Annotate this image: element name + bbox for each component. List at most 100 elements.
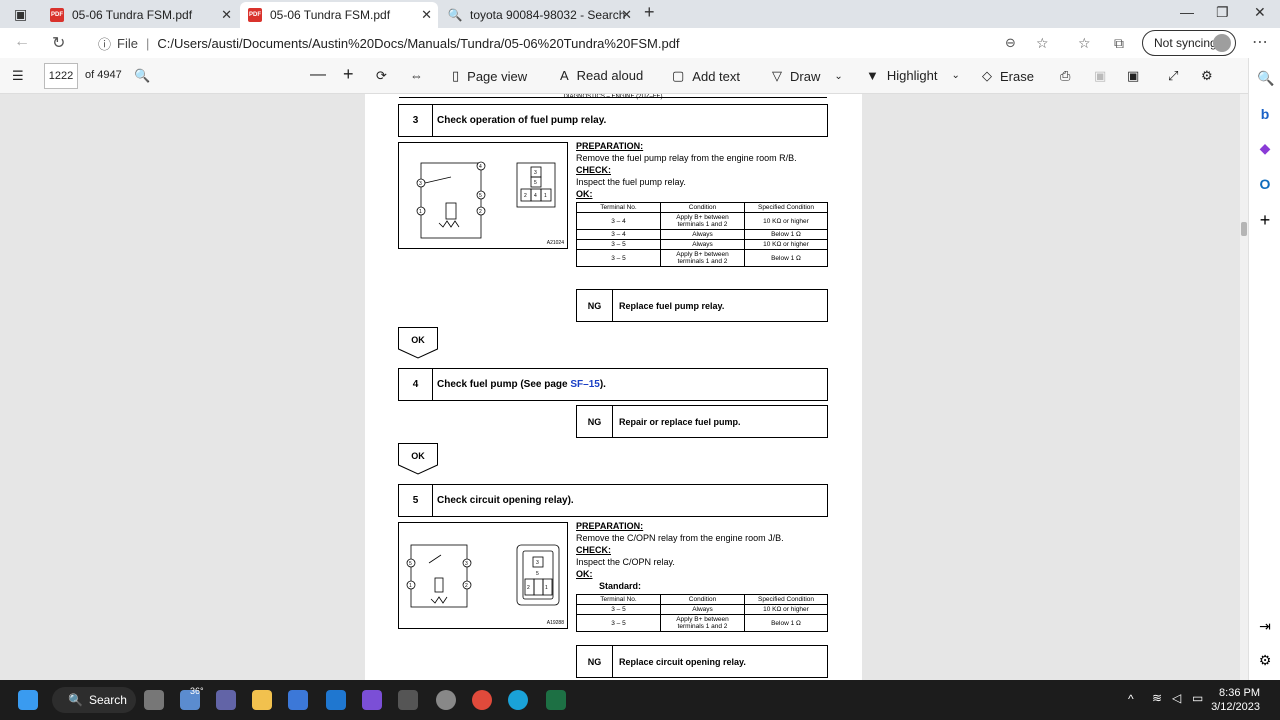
table-header-row: Terminal No. Condition Specified Conditi… — [576, 594, 828, 605]
scrollbar-thumb[interactable] — [1241, 222, 1247, 236]
add-text-label: Add text — [692, 68, 740, 84]
search-icon: 🔍 — [447, 8, 463, 22]
close-icon[interactable]: ✕ — [621, 7, 632, 23]
save-as-icon[interactable]: ▣ — [1127, 68, 1139, 84]
new-tab-icon[interactable]: + — [644, 2, 655, 23]
svg-text:2: 2 — [527, 585, 530, 591]
chevron-up-icon[interactable]: ^ — [1128, 692, 1134, 706]
battery-icon[interactable]: ▭ — [1192, 691, 1203, 705]
settings-icon[interactable] — [436, 690, 456, 710]
svg-text:4: 4 — [534, 193, 537, 199]
hide-sidebar-icon[interactable]: ⇥ — [1257, 618, 1273, 634]
search-icon[interactable]: 🔍 — [1257, 70, 1274, 86]
ng-label: NG — [577, 646, 613, 677]
column-header: Condition — [660, 202, 745, 213]
step-5-instructions: PREPARATION: Remove the C/OPN relay from… — [576, 520, 784, 592]
wifi-icon[interactable]: ≋ — [1152, 691, 1162, 705]
pdf-viewer[interactable]: DIAGNOSTICS – ENGINE (2UZ–FE) 3 Check op… — [0, 94, 1240, 680]
teams-chat-icon[interactable] — [216, 690, 236, 710]
svg-text:3: 3 — [465, 561, 468, 567]
task-view-icon[interactable] — [144, 690, 164, 710]
collections-icon[interactable]: ⧉ — [1114, 35, 1124, 52]
check-text: Inspect the fuel pump relay. — [576, 177, 686, 187]
microsoft-store-icon[interactable] — [288, 690, 308, 710]
chevron-down-icon[interactable]: ⌄ — [834, 71, 842, 82]
url-field[interactable]: ⓘ File | C:/Users/austi/Documents/Austin… — [84, 30, 1074, 56]
zoom-in-icon[interactable]: + — [343, 64, 354, 85]
windows-start-icon[interactable] — [18, 690, 38, 710]
page-number-input[interactable]: 1222 — [44, 63, 78, 89]
gear-icon[interactable]: ⚙ — [1201, 68, 1213, 84]
standard-label: Standard: — [599, 581, 642, 591]
pdf-toolbar: ☰ 1222 of 4947 🔍 — + ⟳ ⇔ ▯ Page view A R… — [0, 58, 1248, 94]
table-row: 3 – 5 Always 10 KΩ or higher — [576, 239, 828, 250]
clock-date: 3/12/2023 — [1211, 701, 1260, 713]
draw-button[interactable]: ▽ Draw ⌄ — [772, 68, 843, 84]
back-icon[interactable]: ← — [14, 33, 30, 51]
taskbar-search-button[interactable]: 🔍 Search — [52, 687, 136, 713]
read-aloud-button[interactable]: A Read aloud — [560, 68, 643, 83]
svg-text:1: 1 — [544, 193, 547, 199]
bing-icon[interactable]: b — [1257, 106, 1273, 122]
svg-text:1: 1 — [419, 209, 422, 215]
erase-button[interactable]: ◇ Erase — [982, 68, 1034, 84]
page-link[interactable]: SF–15 — [570, 379, 599, 390]
table-cell: 3 – 4 — [576, 229, 661, 240]
highlight-icon: ▼ — [866, 68, 879, 83]
restore-icon[interactable]: ❐ — [1216, 4, 1229, 21]
tab-actions-icon[interactable]: ▣ — [14, 6, 27, 23]
shopping-icon[interactable]: ◆ — [1257, 140, 1273, 156]
ng-label: NG — [577, 290, 613, 321]
tab-fsm-2[interactable]: PDF 05-06 Tundra FSM.pdf ✕ — [240, 2, 438, 28]
volume-icon[interactable]: ◁ — [1172, 691, 1181, 705]
minimize-icon[interactable]: — — [1180, 4, 1194, 20]
save-icon[interactable]: ▣ — [1094, 68, 1106, 84]
close-icon[interactable]: ✕ — [221, 7, 232, 23]
highlight-button[interactable]: ▼ Highlight ⌄ — [866, 68, 960, 83]
favorites-icon[interactable]: ☆ — [1078, 35, 1091, 52]
check-heading: CHECK: — [576, 165, 611, 175]
contents-icon[interactable]: ☰ — [12, 68, 24, 84]
zoom-icon[interactable]: ⊖ — [1005, 35, 1016, 51]
menu-icon[interactable]: ⋯ — [1252, 32, 1268, 52]
fullscreen-icon[interactable]: ⤢ — [1168, 68, 1178, 84]
rotate-icon[interactable]: ⟳ — [376, 68, 387, 84]
favorite-add-icon[interactable]: ☆ — [1036, 35, 1049, 52]
chrome-icon[interactable] — [472, 690, 492, 710]
print-icon[interactable]: ⎙ — [1060, 68, 1070, 84]
mail-icon[interactable] — [326, 690, 346, 710]
tab-search[interactable]: 🔍 toyota 90084-98032 - Search ✕ — [440, 2, 638, 28]
gear-icon[interactable]: ⚙ — [1257, 652, 1273, 668]
system-clock[interactable]: 8:36 PM 3/12/2023 — [1211, 686, 1260, 714]
calculator-icon[interactable] — [398, 690, 418, 710]
table-cell: Apply B+ between terminals 1 and 2 — [660, 614, 745, 632]
ng-action: Replace circuit opening relay. — [619, 657, 746, 667]
find-icon[interactable]: 🔍 — [134, 68, 150, 84]
table-cell: 10 KΩ or higher — [744, 212, 828, 230]
pdf-icon: PDF — [248, 8, 262, 22]
edge-icon[interactable] — [508, 690, 528, 710]
chevron-down-icon[interactable]: ⌄ — [951, 70, 959, 81]
refresh-icon[interactable]: ↻ — [52, 33, 65, 53]
zoom-out-icon[interactable]: — — [310, 66, 326, 84]
svg-text:2: 2 — [524, 193, 527, 199]
sync-button[interactable]: Not syncing — [1142, 30, 1236, 56]
svg-text:4: 4 — [479, 164, 482, 170]
step-number: 5 — [399, 485, 433, 516]
window-close-icon[interactable]: ✕ — [1254, 4, 1266, 21]
table-cell: Always — [660, 229, 745, 240]
vertical-scrollbar[interactable] — [1240, 94, 1248, 680]
page-view-button[interactable]: ▯ Page view — [452, 68, 527, 84]
fit-icon[interactable]: ⇔ — [410, 68, 423, 83]
add-icon[interactable]: + — [1257, 211, 1273, 229]
tab-label: 05-06 Tundra FSM.pdf — [72, 8, 193, 22]
close-icon[interactable]: ✕ — [421, 7, 432, 23]
copilot-icon[interactable] — [362, 690, 382, 710]
table-cell: Below 1 Ω — [744, 229, 828, 240]
add-text-button[interactable]: ▢ Add text — [672, 68, 740, 84]
file-explorer-icon[interactable] — [252, 690, 272, 710]
excel-icon[interactable] — [546, 690, 566, 710]
outlook-icon[interactable]: O — [1257, 176, 1273, 192]
svg-text:5: 5 — [534, 180, 537, 186]
tab-fsm-1[interactable]: PDF 05-06 Tundra FSM.pdf ✕ — [42, 2, 238, 28]
